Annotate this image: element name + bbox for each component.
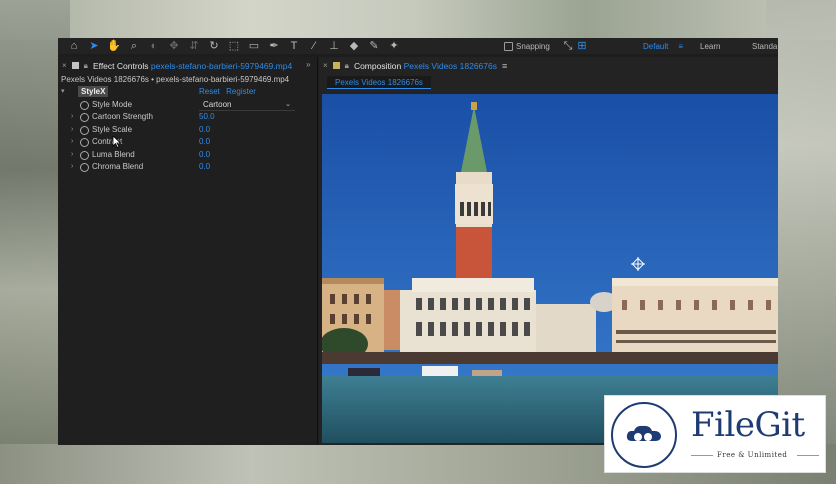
- watermark-subtitle: Free & Unlimited: [717, 451, 788, 459]
- tools-toolbar: ⌂ ➤ ✋ ⌕ ◐ ✥ ⇵ ↻ ⬚ ▭ ✒ T ⁄ ⊥ ◆ ✎ ✦ Snappi…: [58, 38, 778, 54]
- effect-name[interactable]: StyleX: [78, 86, 109, 97]
- stopwatch-icon[interactable]: [80, 138, 89, 147]
- workspace-standard-label: Standa: [752, 41, 778, 51]
- anchor-tool-icon[interactable]: ⬚: [224, 38, 244, 54]
- puppet-tool-icon[interactable]: ✦: [384, 38, 404, 54]
- watermark-rule-left: [691, 455, 713, 456]
- move-tool-icon[interactable]: ✥: [164, 38, 184, 54]
- watermark-rule-right: [797, 455, 819, 456]
- workspace-menu-icon[interactable]: ≡: [678, 42, 683, 51]
- expand-param-icon[interactable]: ›: [71, 124, 73, 137]
- stopwatch-icon[interactable]: [80, 150, 89, 160]
- composition-swatch-icon: [332, 62, 340, 69]
- stopwatch-icon[interactable]: [80, 113, 89, 122]
- close-panel-icon[interactable]: ×: [62, 61, 67, 70]
- eraser-tool-icon[interactable]: ◆: [344, 38, 364, 54]
- effect-links: Reset Register: [199, 86, 256, 99]
- workspace-learn-label: Learn: [700, 41, 721, 51]
- panel-swatch-icon: [71, 62, 79, 69]
- panel-expand-icon[interactable]: »: [306, 60, 310, 69]
- param-row-chroma-blend: › Chroma Blend 0.0: [58, 161, 317, 174]
- param-row-luma-blend: › Luma Blend 0.0: [58, 149, 317, 162]
- panel-label: Effect Controls: [92, 60, 149, 71]
- expand-param-icon[interactable]: ›: [71, 149, 73, 162]
- param-label: Cartoon Strength: [92, 112, 153, 121]
- zoom-tool-icon[interactable]: ⌕: [124, 38, 144, 54]
- composition-header: × 🔒︎ Composition Pexels Videos 1826676s …: [319, 57, 778, 74]
- stopwatch-icon[interactable]: [80, 125, 89, 135]
- expand-param-icon[interactable]: ›: [71, 136, 73, 149]
- panel-menu-icon[interactable]: ≡: [502, 61, 507, 71]
- filegit-logo-icon: [611, 402, 677, 468]
- param-value[interactable]: 0.0: [199, 149, 210, 162]
- brush-tool-icon[interactable]: ⁄: [304, 38, 324, 54]
- param-value[interactable]: 0.0: [199, 136, 210, 149]
- hand-tool-icon[interactable]: ✋: [104, 38, 124, 54]
- selection-tool-icon[interactable]: ➤: [84, 38, 104, 54]
- rectangle-tool-icon[interactable]: ▭: [244, 38, 264, 54]
- param-value[interactable]: 50.0: [199, 111, 215, 124]
- param-row-style-scale: › Style Scale 0.0: [58, 124, 317, 137]
- clone-stamp-tool-icon[interactable]: ⊥: [324, 38, 344, 54]
- dolly-tool-icon[interactable]: ⇵: [184, 38, 204, 54]
- filegit-watermark: FileGit Free & Unlimited: [604, 395, 826, 473]
- home-icon[interactable]: ⌂: [64, 38, 84, 54]
- chevron-down-icon: ⌄: [285, 100, 291, 108]
- source-path: Pexels Videos 1826676s • pexels-stefano-…: [61, 75, 290, 84]
- lock-icon[interactable]: 🔒︎: [84, 61, 88, 71]
- roto-brush-tool-icon[interactable]: ✎: [364, 38, 384, 54]
- workspace-default[interactable]: Default ≡: [643, 38, 683, 54]
- workspace-learn[interactable]: Learn: [700, 38, 720, 54]
- snapping-toggle[interactable]: Snapping: [504, 38, 550, 54]
- param-label: Luma Blend: [92, 149, 135, 159]
- workspace-default-label: Default: [643, 41, 669, 51]
- panel-source: pexels-stefano-barbieri-5979469.mp4: [150, 60, 293, 71]
- orbit-tool-icon[interactable]: ◐: [144, 38, 164, 54]
- param-row-contrast: › Contrast 0.0: [58, 136, 317, 149]
- composition-name: Pexels Videos 1826676s: [403, 60, 497, 71]
- expand-param-icon[interactable]: ›: [71, 161, 73, 174]
- effect-controls-panel: × 🔒︎ Effect Controls pexels-stefano-barb…: [58, 57, 318, 445]
- composition-panel: × 🔒︎ Composition Pexels Videos 1826676s …: [319, 57, 778, 445]
- expand-param-icon[interactable]: ›: [71, 111, 73, 124]
- stopwatch-icon[interactable]: [80, 100, 89, 110]
- param-value[interactable]: 0.0: [199, 161, 210, 174]
- param-label: Style Scale: [92, 124, 133, 134]
- after-effects-window: ⌂ ➤ ✋ ⌕ ◐ ✥ ⇵ ↻ ⬚ ▭ ✒ T ⁄ ⊥ ◆ ✎ ✦ Snappi…: [58, 38, 778, 445]
- workspace-standard[interactable]: Standa: [752, 38, 777, 54]
- reset-link[interactable]: Reset: [199, 87, 220, 96]
- composition-label: Composition: [353, 60, 402, 71]
- effect-controls-title[interactable]: Effect Controls pexels-stefano-barbieri-…: [93, 61, 292, 71]
- param-row-style-mode: Style Mode Cartoon ⌄: [58, 99, 317, 112]
- snapping-label: Snapping: [516, 41, 550, 51]
- rotate-tool-icon[interactable]: ↻: [204, 38, 224, 54]
- lock-icon[interactable]: 🔒︎: [345, 61, 349, 71]
- composition-title[interactable]: Composition Pexels Videos 1826676s: [354, 61, 497, 71]
- param-row-cartoon-strength: › Cartoon Strength 50.0: [58, 111, 317, 124]
- style-mode-dropdown[interactable]: Cartoon ⌄: [199, 99, 295, 111]
- close-panel-icon[interactable]: ×: [323, 61, 328, 70]
- composition-tab[interactable]: Pexels Videos 1826676s: [327, 76, 431, 89]
- snap-grid-icon[interactable]: ⊞: [572, 38, 592, 54]
- venice-video-frame: [322, 94, 778, 443]
- effect-controls-header: × 🔒︎ Effect Controls pexels-stefano-barb…: [58, 57, 317, 74]
- snapping-checkbox[interactable]: [504, 41, 513, 51]
- register-link[interactable]: Register: [226, 87, 256, 96]
- style-mode-value: Cartoon: [203, 99, 232, 109]
- watermark-title: FileGit: [691, 405, 805, 445]
- stopwatch-icon[interactable]: [80, 163, 89, 172]
- pen-tool-icon[interactable]: ✒: [264, 38, 284, 54]
- effect-collapse-icon[interactable]: ▾: [61, 86, 65, 99]
- param-value[interactable]: 0.0: [199, 124, 210, 137]
- effect-header-row: ▾ StyleX Reset Register: [58, 86, 317, 99]
- param-label: Chroma Blend: [92, 162, 144, 171]
- background-blur-top: [0, 0, 836, 40]
- type-tool-icon[interactable]: T: [284, 38, 304, 54]
- mouse-cursor-icon: [112, 136, 121, 148]
- param-label: Style Mode: [92, 99, 133, 109]
- composition-viewer[interactable]: [322, 94, 778, 443]
